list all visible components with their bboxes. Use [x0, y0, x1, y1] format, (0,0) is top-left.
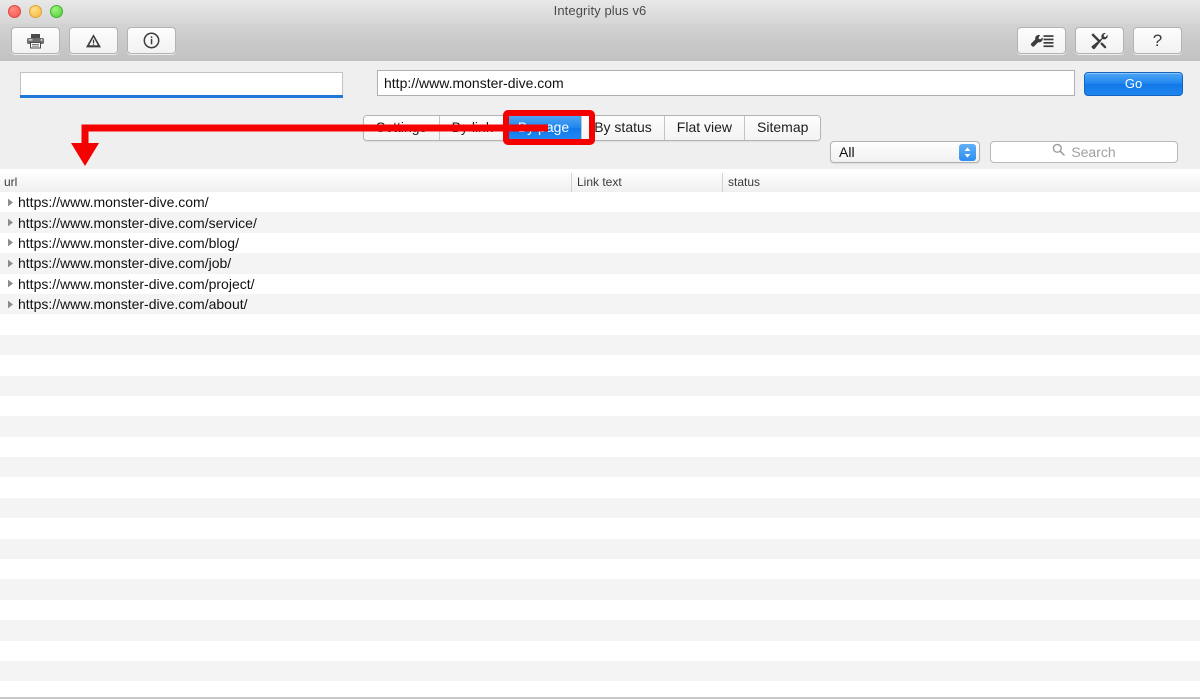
table-row[interactable]: https://www.monster-dive.com/ [0, 192, 1200, 213]
table-row[interactable]: https://www.monster-dive.com/job/ [0, 253, 1200, 274]
table-row-empty[interactable] [0, 660, 1200, 682]
filter-dropdown[interactable]: All [830, 141, 980, 163]
tools-button[interactable] [1075, 27, 1124, 54]
table-row-empty[interactable] [0, 518, 1200, 539]
tab-settings[interactable]: Settings [364, 116, 440, 140]
info-button[interactable] [127, 27, 176, 54]
table-row[interactable]: https://www.monster-dive.com/service/ [0, 212, 1200, 233]
table-row-empty[interactable] [0, 640, 1200, 661]
row-url[interactable]: https://www.monster-dive.com/project/ [18, 276, 255, 292]
title-bar: Integrity plus v6 [0, 0, 1200, 25]
chevron-updown-icon[interactable] [959, 144, 976, 161]
disclosure-triangle-icon[interactable] [2, 279, 18, 288]
printer-icon [26, 33, 45, 49]
results-list[interactable]: https://www.monster-dive.com/ https://ww… [0, 192, 1200, 697]
table-row-empty[interactable] [0, 395, 1200, 417]
progress-field[interactable] [20, 72, 343, 96]
table-row-empty[interactable] [0, 355, 1200, 376]
tab-flat-view[interactable]: Flat view [664, 116, 746, 140]
question-mark-icon: ? [1152, 31, 1163, 50]
disclosure-triangle-icon[interactable] [2, 218, 18, 227]
tab-by-status[interactable]: By status [582, 116, 665, 140]
tab-sitemap[interactable]: Sitemap [745, 116, 821, 140]
table-row-empty[interactable] [0, 599, 1200, 621]
help-button[interactable]: ? [1133, 27, 1182, 54]
view-tab-bar: Settings By link By page By status Flat … [363, 115, 822, 141]
disclosure-triangle-icon[interactable] [2, 198, 18, 207]
tab-by-link[interactable]: By link [439, 116, 506, 140]
row-url[interactable]: https://www.monster-dive.com/ [18, 194, 209, 210]
row-url[interactable]: https://www.monster-dive.com/service/ [18, 215, 257, 231]
toolbar: ? [0, 24, 1200, 62]
table-row-empty[interactable] [0, 334, 1200, 356]
table-row-empty[interactable] [0, 579, 1200, 600]
table-row[interactable]: https://www.monster-dive.com/project/ [0, 273, 1200, 294]
column-divider-1[interactable] [571, 173, 572, 192]
disclosure-triangle-icon[interactable] [2, 300, 18, 309]
row-url[interactable]: https://www.monster-dive.com/job/ [18, 255, 231, 271]
info-circle-icon [143, 32, 160, 49]
wrench-lines-icon [1030, 33, 1054, 49]
table-row[interactable]: https://www.monster-dive.com/about/ [0, 293, 1200, 315]
search-placeholder: Search [1071, 144, 1116, 160]
table-row[interactable]: https://www.monster-dive.com/blog/ [0, 232, 1200, 254]
toolbar-right-group: ? [1017, 27, 1182, 54]
warning-triangle-icon [85, 33, 102, 49]
list-column-header: url Link text status [0, 173, 1200, 193]
crossed-tools-icon [1090, 32, 1109, 50]
table-row-empty[interactable] [0, 436, 1200, 458]
toolbar-left-group [11, 27, 176, 54]
disclosure-triangle-icon[interactable] [2, 259, 18, 268]
tab-by-page[interactable]: By page [505, 116, 583, 140]
warnings-button[interactable] [69, 27, 118, 54]
disclosure-triangle-icon[interactable] [2, 238, 18, 247]
table-row-empty[interactable] [0, 538, 1200, 560]
column-divider-2[interactable] [722, 173, 723, 192]
preferences-button[interactable] [1017, 27, 1066, 54]
column-header-status[interactable]: status [728, 175, 760, 189]
print-button[interactable] [11, 27, 60, 54]
window-title: Integrity plus v6 [553, 3, 647, 18]
table-row-empty[interactable] [0, 457, 1200, 478]
table-row-empty[interactable] [0, 620, 1200, 641]
row-url[interactable]: https://www.monster-dive.com/blog/ [18, 235, 239, 251]
filter-selected-value: All [839, 144, 855, 160]
column-header-link-text[interactable]: Link text [577, 175, 622, 189]
table-row-empty[interactable] [0, 497, 1200, 519]
table-row-empty[interactable] [0, 559, 1200, 580]
search-icon [1052, 143, 1066, 161]
url-input[interactable] [377, 70, 1075, 96]
app-window: Integrity plus v6 ? http://www.monster-d… [0, 0, 1200, 699]
table-row-empty[interactable] [0, 681, 1200, 697]
column-header-url[interactable]: url [4, 175, 17, 189]
go-button[interactable]: Go [1084, 72, 1183, 96]
progress-indicator [20, 95, 343, 98]
table-row-empty[interactable] [0, 375, 1200, 396]
table-row-empty[interactable] [0, 477, 1200, 498]
row-url[interactable]: https://www.monster-dive.com/about/ [18, 296, 248, 312]
search-field[interactable]: Search [990, 141, 1178, 163]
empty-rows-area [0, 314, 1200, 697]
table-row-empty[interactable] [0, 314, 1200, 335]
table-row-empty[interactable] [0, 416, 1200, 437]
